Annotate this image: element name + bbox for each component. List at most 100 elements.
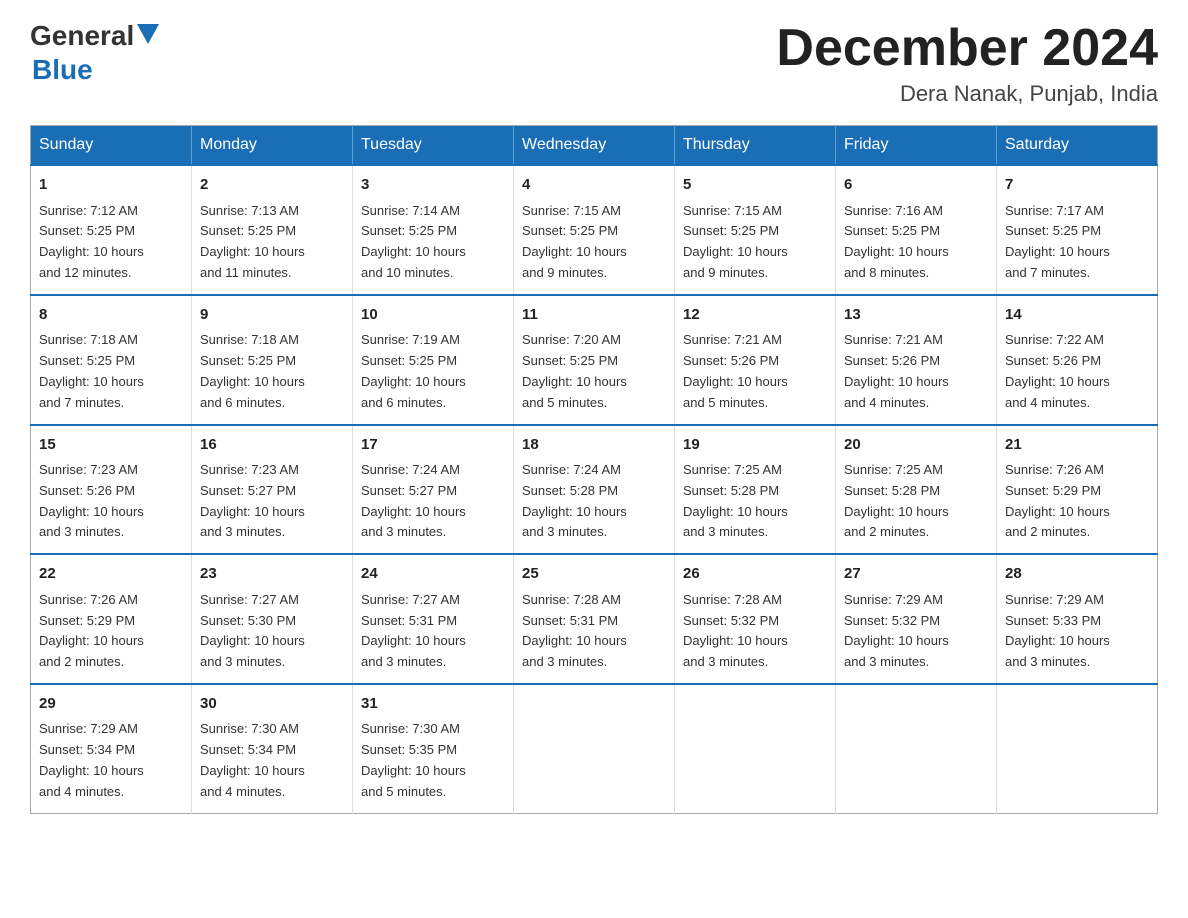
day-number: 30 xyxy=(200,693,344,716)
calendar-week-row: 1 Sunrise: 7:12 AMSunset: 5:25 PMDaylight… xyxy=(31,165,1158,295)
day-info: Sunrise: 7:29 AMSunset: 5:34 PMDaylight:… xyxy=(39,719,183,802)
calendar-day-cell: 9Sunrise: 7:18 AMSunset: 5:25 PMDaylight… xyxy=(192,295,353,425)
day-number: 20 xyxy=(844,434,988,457)
day-number: 26 xyxy=(683,563,827,586)
day-number: 24 xyxy=(361,563,505,586)
calendar-day-cell: 14 Sunrise: 7:22 AMSunset: 5:26 PMDayligh… xyxy=(997,295,1158,425)
calendar-day-cell: 3 Sunrise: 7:14 AMSunset: 5:25 PMDaylight… xyxy=(353,165,514,295)
day-info: Sunrise: 7:15 AMSunset: 5:25 PMDaylight:… xyxy=(683,201,827,284)
day-info: Sunrise: 7:25 AMSunset: 5:28 PMDaylight:… xyxy=(683,460,827,543)
day-number: 1 xyxy=(39,174,183,197)
calendar-day-header: Thursday xyxy=(675,126,836,166)
logo-blue-text: Blue xyxy=(32,54,159,86)
calendar-day-cell: 22 Sunrise: 7:26 AMSunset: 5:29 PMDayligh… xyxy=(31,554,192,684)
day-number: 6 xyxy=(844,174,988,197)
day-info: Sunrise: 7:30 AMSunset: 5:34 PMDaylight:… xyxy=(200,719,344,802)
day-number: 16 xyxy=(200,434,344,457)
calendar-week-row: 22 Sunrise: 7:26 AMSunset: 5:29 PMDayligh… xyxy=(31,554,1158,684)
calendar-week-row: 15 Sunrise: 7:23 AMSunset: 5:26 PMDayligh… xyxy=(31,425,1158,555)
day-info: Sunrise: 7:27 AMSunset: 5:31 PMDaylight:… xyxy=(361,590,505,673)
day-info: Sunrise: 7:13 AMSunset: 5:25 PMDaylight:… xyxy=(200,201,344,284)
calendar-day-cell: 20 Sunrise: 7:25 AMSunset: 5:28 PMDayligh… xyxy=(836,425,997,555)
day-info: Sunrise: 7:28 AMSunset: 5:31 PMDaylight:… xyxy=(522,590,666,673)
day-info: Sunrise: 7:18 AMSunset: 5:25 PMDaylight:… xyxy=(39,330,183,413)
calendar-day-cell: 7Sunrise: 7:17 AMSunset: 5:25 PMDaylight… xyxy=(997,165,1158,295)
calendar-day-cell: 13Sunrise: 7:21 AMSunset: 5:26 PMDayligh… xyxy=(836,295,997,425)
calendar-day-cell: 10 Sunrise: 7:19 AMSunset: 5:25 PMDayligh… xyxy=(353,295,514,425)
day-number: 12 xyxy=(683,304,827,327)
day-number: 28 xyxy=(1005,563,1149,586)
day-info: Sunrise: 7:27 AMSunset: 5:30 PMDaylight:… xyxy=(200,590,344,673)
day-info: Sunrise: 7:23 AMSunset: 5:26 PMDaylight:… xyxy=(39,460,183,543)
calendar-day-cell: 6 Sunrise: 7:16 AMSunset: 5:25 PMDaylight… xyxy=(836,165,997,295)
day-info: Sunrise: 7:26 AMSunset: 5:29 PMDaylight:… xyxy=(1005,460,1149,543)
month-title: December 2024 xyxy=(776,20,1158,77)
calendar-day-cell: 2 Sunrise: 7:13 AMSunset: 5:25 PMDaylight… xyxy=(192,165,353,295)
day-number: 3 xyxy=(361,174,505,197)
calendar-day-cell: 17 Sunrise: 7:24 AMSunset: 5:27 PMDayligh… xyxy=(353,425,514,555)
day-number: 2 xyxy=(200,174,344,197)
day-number: 22 xyxy=(39,563,183,586)
day-info: Sunrise: 7:19 AMSunset: 5:25 PMDaylight:… xyxy=(361,330,505,413)
calendar-week-row: 29 Sunrise: 7:29 AMSunset: 5:34 PMDayligh… xyxy=(31,684,1158,813)
day-info: Sunrise: 7:24 AMSunset: 5:27 PMDaylight:… xyxy=(361,460,505,543)
day-number: 10 xyxy=(361,304,505,327)
day-info: Sunrise: 7:26 AMSunset: 5:29 PMDaylight:… xyxy=(39,590,183,673)
calendar-day-cell: 21 Sunrise: 7:26 AMSunset: 5:29 PMDayligh… xyxy=(997,425,1158,555)
day-info: Sunrise: 7:25 AMSunset: 5:28 PMDaylight:… xyxy=(844,460,988,543)
calendar-day-cell: 1 Sunrise: 7:12 AMSunset: 5:25 PMDaylight… xyxy=(31,165,192,295)
calendar-day-cell: 26Sunrise: 7:28 AMSunset: 5:32 PMDayligh… xyxy=(675,554,836,684)
day-number: 29 xyxy=(39,693,183,716)
day-info: Sunrise: 7:14 AMSunset: 5:25 PMDaylight:… xyxy=(361,201,505,284)
day-number: 19 xyxy=(683,434,827,457)
day-number: 14 xyxy=(1005,304,1149,327)
day-info: Sunrise: 7:17 AMSunset: 5:25 PMDaylight:… xyxy=(1005,201,1149,284)
calendar-day-cell: 4 Sunrise: 7:15 AMSunset: 5:25 PMDaylight… xyxy=(514,165,675,295)
day-number: 23 xyxy=(200,563,344,586)
location-subtitle: Dera Nanak, Punjab, India xyxy=(776,81,1158,107)
day-info: Sunrise: 7:24 AMSunset: 5:28 PMDaylight:… xyxy=(522,460,666,543)
day-number: 17 xyxy=(361,434,505,457)
calendar-day-cell: 23 Sunrise: 7:27 AMSunset: 5:30 PMDayligh… xyxy=(192,554,353,684)
calendar-day-header: Wednesday xyxy=(514,126,675,166)
calendar-day-cell xyxy=(997,684,1158,813)
calendar-header-row: SundayMondayTuesdayWednesdayThursdayFrid… xyxy=(31,126,1158,166)
title-area: December 2024 Dera Nanak, Punjab, India xyxy=(776,20,1158,107)
day-number: 25 xyxy=(522,563,666,586)
calendar-day-cell xyxy=(514,684,675,813)
calendar-day-cell: 19 Sunrise: 7:25 AMSunset: 5:28 PMDayligh… xyxy=(675,425,836,555)
calendar-day-cell: 5Sunrise: 7:15 AMSunset: 5:25 PMDaylight… xyxy=(675,165,836,295)
calendar-day-cell: 25 Sunrise: 7:28 AMSunset: 5:31 PMDayligh… xyxy=(514,554,675,684)
day-number: 13 xyxy=(844,304,988,327)
day-info: Sunrise: 7:12 AMSunset: 5:25 PMDaylight:… xyxy=(39,201,183,284)
logo-general-text: General xyxy=(30,20,134,52)
calendar-day-cell: 11Sunrise: 7:20 AMSunset: 5:25 PMDayligh… xyxy=(514,295,675,425)
calendar-week-row: 8 Sunrise: 7:18 AMSunset: 5:25 PMDaylight… xyxy=(31,295,1158,425)
calendar-day-cell: 8 Sunrise: 7:18 AMSunset: 5:25 PMDaylight… xyxy=(31,295,192,425)
day-number: 31 xyxy=(361,693,505,716)
day-number: 15 xyxy=(39,434,183,457)
day-info: Sunrise: 7:21 AMSunset: 5:26 PMDaylight:… xyxy=(683,330,827,413)
day-number: 8 xyxy=(39,304,183,327)
day-number: 27 xyxy=(844,563,988,586)
calendar-day-cell xyxy=(675,684,836,813)
calendar-day-cell: 28Sunrise: 7:29 AMSunset: 5:33 PMDayligh… xyxy=(997,554,1158,684)
calendar-day-cell: 27 Sunrise: 7:29 AMSunset: 5:32 PMDayligh… xyxy=(836,554,997,684)
calendar-day-header: Monday xyxy=(192,126,353,166)
day-number: 4 xyxy=(522,174,666,197)
calendar-day-header: Saturday xyxy=(997,126,1158,166)
day-number: 21 xyxy=(1005,434,1149,457)
calendar-day-cell: 24 Sunrise: 7:27 AMSunset: 5:31 PMDayligh… xyxy=(353,554,514,684)
day-info: Sunrise: 7:16 AMSunset: 5:25 PMDaylight:… xyxy=(844,201,988,284)
logo: General Blue xyxy=(30,20,159,86)
day-info: Sunrise: 7:30 AMSunset: 5:35 PMDaylight:… xyxy=(361,719,505,802)
calendar-day-cell: 12 Sunrise: 7:21 AMSunset: 5:26 PMDayligh… xyxy=(675,295,836,425)
day-info: Sunrise: 7:22 AMSunset: 5:26 PMDaylight:… xyxy=(1005,330,1149,413)
calendar-day-header: Friday xyxy=(836,126,997,166)
day-info: Sunrise: 7:29 AMSunset: 5:32 PMDaylight:… xyxy=(844,590,988,673)
day-number: 18 xyxy=(522,434,666,457)
day-info: Sunrise: 7:23 AMSunset: 5:27 PMDaylight:… xyxy=(200,460,344,543)
page-header: General Blue December 2024 Dera Nanak, P… xyxy=(30,20,1158,107)
day-info: Sunrise: 7:15 AMSunset: 5:25 PMDaylight:… xyxy=(522,201,666,284)
day-number: 9 xyxy=(200,304,344,327)
